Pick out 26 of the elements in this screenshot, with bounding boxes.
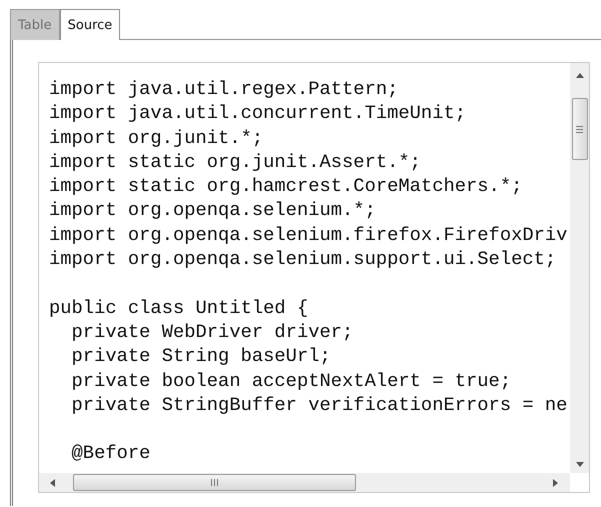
code-line: import org.junit.*; [49,126,264,150]
code-line: import org.openqa.selenium.firefox.FirefoxDriv [49,222,568,248]
code-line: private StringBuffer verificationErrors = ne [70,392,568,418]
code-line: import org.openqa.selenium.support.ui.Select; [49,247,556,272]
code-line: private WebDriver driver; [70,320,354,344]
horizontal-scrollbar[interactable] [39,473,570,492]
code-line: import org.openqa.selenium.*; [49,198,376,223]
tab[interactable]: Source [60,9,120,40]
code-line: private String baseUrl; [70,344,331,369]
scroll-right-icon[interactable] [553,478,558,486]
code-line: public class Untitled { [49,296,308,320]
code-line: import static org.junit.Assert.*; [49,150,421,174]
scroll-thumb[interactable] [572,98,588,160]
grip-icon [211,479,218,486]
scroll-thumb[interactable] [73,474,356,491]
code-line: import static org.hamcrest.CoreMatchers.*; [49,174,522,198]
code-line: private boolean acceptNextAlert = true; [70,368,512,393]
code-editor[interactable] [38,62,590,493]
code-line: import java.util.concurrent.TimeUnit; [49,101,466,126]
grip-icon [576,126,583,132]
code-line: @Before [70,441,150,466]
code-line: import java.util.regex.Pattern; [49,77,398,102]
scroll-left-icon[interactable] [50,478,55,486]
scroll-up-icon[interactable] [576,73,584,78]
scroll-down-icon[interactable] [576,462,584,467]
vertical-scrollbar[interactable] [570,63,589,473]
